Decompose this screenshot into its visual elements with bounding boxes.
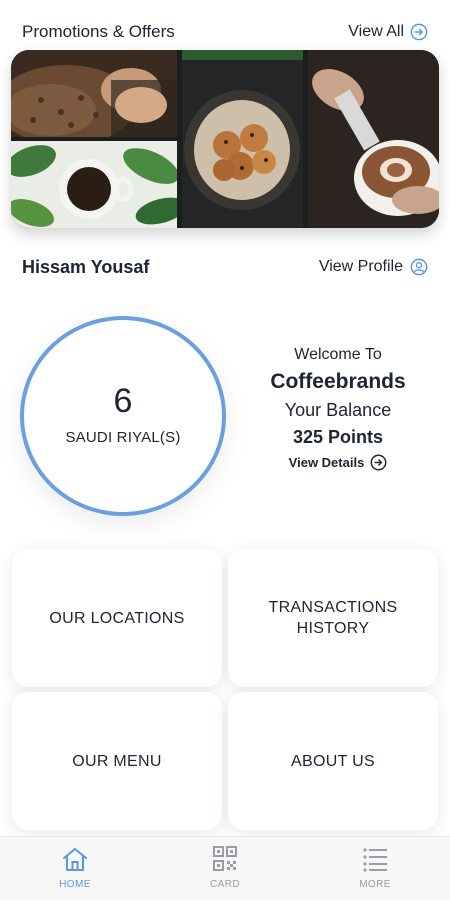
view-details-label: View Details [288, 455, 365, 470]
promo-image-latte-art [308, 50, 439, 228]
profile-row: Hissam Yousaf View Profile [0, 250, 450, 284]
points-value: 325 Points [292, 427, 384, 447]
list-icon [363, 848, 387, 872]
about-us-button[interactable]: ABOUT US [228, 692, 438, 830]
view-profile-link[interactable]: View Profile [319, 258, 428, 276]
bottom-tab-bar: HOME CARD MORE [0, 836, 450, 900]
balance-ring-unit: SAUDI RIYAL(S) [65, 429, 181, 446]
user-name: Hissam Yousaf [22, 256, 150, 277]
arrow-circle-right-icon [410, 23, 428, 41]
your-balance-label: Your Balance [284, 400, 392, 420]
about-us-label: ABOUT US [291, 752, 375, 770]
tab-home[interactable]: HOME [0, 837, 150, 900]
user-circle-icon [410, 258, 428, 276]
tab-home-label: HOME [59, 879, 91, 890]
promotions-title: Promotions & Offers [22, 22, 175, 41]
promotions-header: Promotions & Offers View All [0, 14, 450, 50]
view-profile-label: View Profile [318, 258, 403, 275]
view-all-label: View All [348, 23, 404, 40]
our-locations-button[interactable]: OUR LOCATIONS [12, 549, 222, 687]
promotions-carousel[interactable] [11, 50, 439, 228]
promo-image-coffee-cup [11, 141, 177, 228]
tab-more[interactable]: MORE [300, 837, 450, 900]
tab-more-label: MORE [359, 879, 391, 890]
tab-card[interactable]: CARD [150, 837, 300, 900]
brand-name: Coffeebrands [270, 370, 406, 393]
balance-ring: 6 SAUDI RIYAL(S) [20, 316, 226, 516]
transactions-history-button[interactable]: TRANSACTIONS HISTORY [228, 549, 438, 687]
tab-card-label: CARD [210, 879, 240, 890]
our-menu-label: OUR MENU [72, 752, 162, 770]
our-locations-label: OUR LOCATIONS [49, 609, 185, 627]
promo-image-cookies [182, 50, 303, 228]
promo-image-coffee-beans [11, 50, 177, 137]
welcome-text: Welcome To [294, 346, 382, 363]
view-details-link[interactable]: View Details [289, 454, 388, 471]
home-icon [63, 848, 87, 871]
arrow-circle-right-icon [370, 454, 387, 471]
balance-info: Welcome To Coffeebrands Your Balance 325… [250, 346, 426, 472]
qr-code-icon [213, 846, 237, 871]
balance-ring-value: 6 [113, 382, 133, 420]
transactions-history-label: TRANSACTIONS HISTORY [268, 599, 398, 637]
view-all-link[interactable]: View All [348, 23, 428, 41]
our-menu-button[interactable]: OUR MENU [12, 692, 222, 830]
